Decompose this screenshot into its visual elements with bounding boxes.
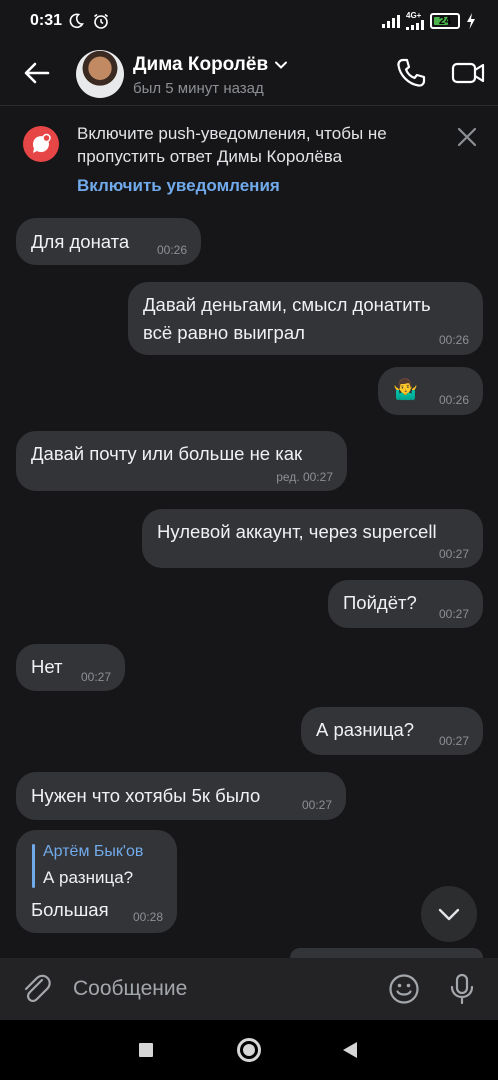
message-text-line2: всё равно выиграл bbox=[143, 322, 305, 343]
signal-icon-2 bbox=[406, 20, 424, 30]
message-time: 00:28 bbox=[132, 910, 163, 924]
message-incoming-reply[interactable]: Артём Бык'ов А разница? Большая 00:28 bbox=[16, 830, 177, 933]
reply-author: Артём Бык'ов bbox=[43, 843, 144, 860]
phone-icon[interactable] bbox=[394, 56, 428, 90]
message-time: 00:27 bbox=[438, 607, 469, 621]
message-time: 00:27 bbox=[80, 670, 111, 684]
message-outgoing[interactable]: Нулевой аккаунт, через supercell 00:27 bbox=[142, 509, 483, 568]
scroll-down-button[interactable] bbox=[421, 886, 477, 942]
close-icon[interactable] bbox=[456, 126, 478, 148]
chevron-down-icon bbox=[438, 908, 460, 921]
message-incoming[interactable]: Нет 00:27 bbox=[16, 644, 125, 691]
message-incoming[interactable]: Давай почту или больше не как ред. 00:27 bbox=[16, 431, 347, 491]
moon-icon bbox=[69, 13, 84, 29]
video-camera-icon[interactable] bbox=[450, 56, 486, 90]
contact-name-row[interactable]: Дима Королёв bbox=[133, 54, 288, 76]
message-outgoing[interactable]: 🤷‍♂️ 00:26 bbox=[378, 367, 483, 415]
message-text: Нет bbox=[31, 656, 63, 677]
banner-text: Включите push-уведомления, чтобы не проп… bbox=[77, 124, 387, 166]
message-text-line1: Давай деньгами, смысл донатить bbox=[143, 294, 431, 315]
status-bar: 0:31 4G+ 24 bbox=[0, 0, 498, 44]
system-nav-bar bbox=[0, 1020, 498, 1080]
contact-status: был 5 минут назад bbox=[133, 80, 264, 97]
message-time: ред. 00:27 bbox=[276, 470, 333, 484]
message-time: 00:27 bbox=[438, 547, 469, 561]
message-text: Нужен что хотябы 5к было bbox=[31, 785, 261, 806]
chat-header: Дима Королёв был 5 минут назад bbox=[0, 44, 498, 106]
signal-icon bbox=[382, 14, 400, 28]
message-text: Пойдёт? bbox=[343, 592, 417, 613]
push-notification-banner: Включите push-уведомления, чтобы не проп… bbox=[0, 108, 498, 208]
message-outgoing-partial[interactable] bbox=[290, 948, 483, 958]
chevron-down-icon[interactable] bbox=[274, 58, 288, 72]
message-text: Давай почту или больше не как bbox=[31, 443, 303, 464]
paperclip-icon[interactable] bbox=[20, 972, 54, 1006]
message-text: А разница? bbox=[316, 719, 415, 740]
message-time: 00:26 bbox=[438, 393, 469, 407]
enable-notifications-link[interactable]: Включить уведомления bbox=[77, 176, 280, 196]
alarm-icon bbox=[94, 13, 108, 29]
status-time: 0:31 bbox=[30, 12, 63, 29]
home-icon[interactable] bbox=[237, 1038, 261, 1062]
charging-icon bbox=[467, 13, 475, 29]
network-type: 4G+ bbox=[406, 11, 422, 20]
message-time: 00:26 bbox=[438, 333, 469, 347]
message-emoji: 🤷‍♂️ bbox=[393, 379, 418, 401]
battery-level: 24 bbox=[438, 15, 452, 27]
message-outgoing[interactable]: Давай деньгами, смысл донатить всё равно… bbox=[128, 282, 483, 355]
message-time: 00:27 bbox=[301, 798, 332, 812]
message-input[interactable]: Сообщение bbox=[73, 977, 187, 1001]
message-incoming[interactable]: Для доната 00:26 bbox=[16, 218, 201, 265]
notification-icon bbox=[23, 126, 59, 162]
message-text: Нулевой аккаунт, через supercell bbox=[157, 521, 437, 542]
reply-text: А разница? bbox=[43, 868, 134, 887]
message-incoming[interactable]: Нужен что хотябы 5к было 00:27 bbox=[16, 772, 346, 820]
battery-icon: 24 bbox=[430, 13, 460, 29]
smile-icon[interactable] bbox=[387, 972, 421, 1006]
back-arrow-icon[interactable] bbox=[22, 58, 52, 88]
microphone-icon[interactable] bbox=[447, 972, 477, 1006]
avatar[interactable] bbox=[76, 50, 124, 98]
message-text: Для доната bbox=[31, 231, 130, 252]
message-time: 00:26 bbox=[156, 243, 187, 257]
message-outgoing[interactable]: Пойдёт? 00:27 bbox=[328, 580, 483, 628]
reply-quote-bar bbox=[32, 844, 35, 888]
message-time: 00:27 bbox=[438, 734, 469, 748]
message-text: Большая bbox=[31, 899, 109, 920]
recent-apps-icon[interactable] bbox=[139, 1043, 153, 1057]
message-composer: Сообщение bbox=[0, 958, 498, 1020]
back-icon[interactable] bbox=[341, 1040, 359, 1060]
contact-name[interactable]: Дима Королёв bbox=[133, 54, 268, 76]
message-outgoing[interactable]: А разница? 00:27 bbox=[301, 707, 483, 755]
